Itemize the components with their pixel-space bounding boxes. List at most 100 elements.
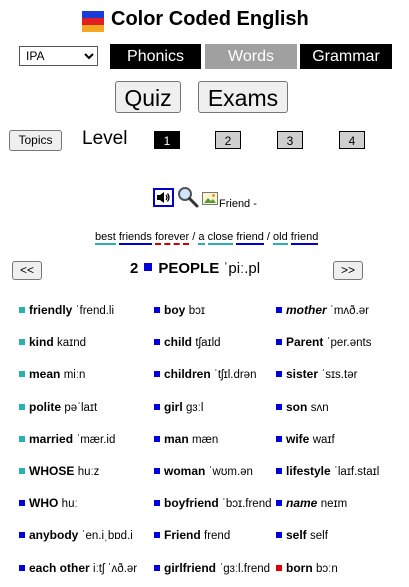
word-text[interactable]: self <box>286 528 307 542</box>
word-item[interactable]: Friend frend <box>154 528 230 542</box>
phrase-word[interactable]: a <box>198 231 205 245</box>
color-square-icon <box>19 564 25 571</box>
tab-grammar[interactable]: Grammar <box>300 44 392 69</box>
level-1-button[interactable]: 1 <box>154 131 180 149</box>
word-ipa: ˈbɔɪ.frend <box>222 498 272 510</box>
word-item[interactable]: wife waɪf <box>276 432 335 446</box>
level-label: Level <box>82 128 128 149</box>
word-text[interactable]: boy <box>164 303 185 317</box>
word-text[interactable]: mother <box>286 303 327 317</box>
magnifier-icon[interactable] <box>177 186 199 208</box>
word-text[interactable]: lifestyle <box>286 464 331 478</box>
quiz-button[interactable]: Quiz <box>115 81 181 113</box>
word-text[interactable]: sister <box>286 367 318 381</box>
color-square-icon <box>276 338 282 345</box>
word-item[interactable]: kind kaɪnd <box>19 335 86 349</box>
color-square-icon <box>19 370 25 377</box>
word-text[interactable]: children <box>164 367 211 381</box>
exams-button[interactable]: Exams <box>198 81 288 113</box>
color-square-icon <box>19 306 25 313</box>
next-topic-button[interactable]: >> <box>333 261 363 280</box>
word-item[interactable]: child tʃaɪld <box>154 335 221 349</box>
word-item[interactable]: friendly ˈfrend.li <box>19 303 114 317</box>
logo-stripe-orange <box>82 25 104 32</box>
phrase-word[interactable]: friend <box>290 231 319 245</box>
word-text[interactable]: anybody <box>29 528 78 542</box>
word-item[interactable]: girl ɡɜːl <box>154 400 203 414</box>
speaker-icon[interactable] <box>153 188 174 207</box>
word-item[interactable]: WHOSE huːz <box>19 464 99 478</box>
word-text[interactable]: married <box>29 432 73 446</box>
word-item[interactable]: mother ˈmʌð.ər <box>276 303 369 317</box>
word-text[interactable]: man <box>164 432 189 446</box>
word-text[interactable]: each other <box>29 561 90 575</box>
example-phrase: best friends forever / a close friend / … <box>95 231 319 245</box>
word-text[interactable]: Parent <box>286 335 323 349</box>
word-item[interactable]: man mæn <box>154 432 218 446</box>
image-icon[interactable] <box>202 192 218 205</box>
color-square-icon <box>154 531 160 538</box>
word-text[interactable]: boyfriend <box>164 496 219 510</box>
word-item[interactable]: children ˈtʃɪl.drən <box>154 367 256 381</box>
color-square-icon <box>276 564 282 571</box>
tab-words[interactable]: Words <box>205 44 297 69</box>
word-item[interactable]: name neɪm <box>276 496 347 510</box>
word-item[interactable]: boy bɔɪ <box>154 303 205 317</box>
word-ipa: bɔɪ <box>188 305 205 317</box>
tab-phonics[interactable]: Phonics <box>110 44 201 69</box>
color-square-icon <box>19 467 25 474</box>
phrase-word[interactable]: forever <box>154 231 190 245</box>
notation-select[interactable]: IPA <box>19 46 98 66</box>
phrase-word[interactable]: friends <box>118 231 152 245</box>
word-text[interactable]: girlfriend <box>164 561 216 575</box>
word-item[interactable]: self self <box>276 528 328 542</box>
word-text[interactable]: kind <box>29 335 54 349</box>
level-2-button[interactable]: 2 <box>215 131 241 149</box>
word-text[interactable]: WHOSE <box>29 464 74 478</box>
phrase-word[interactable]: old <box>273 231 288 245</box>
word-item[interactable]: Parent ˈper.ənts <box>276 335 371 349</box>
phrase-word[interactable]: close <box>207 231 234 245</box>
word-item[interactable]: son sʌn <box>276 400 329 414</box>
level-3-button[interactable]: 3 <box>277 131 303 149</box>
word-text[interactable]: polite <box>29 400 61 414</box>
word-item[interactable]: each other iːtʃ ˈʌð.ər <box>19 561 137 575</box>
word-text[interactable]: name <box>286 496 317 510</box>
word-item[interactable]: lifestyle ˈlaɪf.staɪl <box>276 464 379 478</box>
word-item[interactable]: woman ˈwʊm.ən <box>154 464 253 478</box>
word-text[interactable]: girl <box>164 400 183 414</box>
word-text[interactable]: son <box>286 400 307 414</box>
word-text[interactable]: child <box>164 335 192 349</box>
topic-square-icon <box>144 263 153 272</box>
prev-topic-button[interactable]: << <box>12 261 42 280</box>
phrase-word[interactable]: best <box>95 231 116 245</box>
word-item[interactable]: married ˈmær.id <box>19 432 115 446</box>
color-square-icon <box>154 564 160 571</box>
word-ipa: waɪf <box>312 434 335 446</box>
flag-logo-icon <box>82 11 104 33</box>
word-item[interactable]: WHO huː <box>19 496 78 510</box>
color-square-icon <box>276 403 282 410</box>
topics-button[interactable]: Topics <box>9 130 62 151</box>
word-item[interactable]: born bɔːn <box>276 561 338 575</box>
word-item[interactable]: anybody ˈen.iˌbɒd.i <box>19 528 133 542</box>
level-4-button[interactable]: 4 <box>339 131 365 149</box>
word-item[interactable]: mean miːn <box>19 367 85 381</box>
word-item[interactable]: polite pəˈlaɪt <box>19 400 97 414</box>
word-ipa: ˈwʊm.ən <box>208 466 253 478</box>
word-item[interactable]: boyfriend ˈbɔɪ.frend <box>154 496 272 510</box>
word-item[interactable]: girlfriend ˈɡɜːl.frend <box>154 561 270 575</box>
color-square-icon <box>154 403 160 410</box>
word-text[interactable]: mean <box>29 367 60 381</box>
word-text[interactable]: wife <box>286 432 309 446</box>
word-text[interactable]: WHO <box>29 496 58 510</box>
word-text[interactable]: Friend <box>164 528 201 542</box>
word-item[interactable]: sister ˈsɪs.tər <box>276 367 357 381</box>
word-ipa: pəˈlaɪt <box>64 402 98 414</box>
word-text[interactable]: woman <box>164 464 205 478</box>
phrase-word[interactable]: friend <box>236 231 264 245</box>
word-ipa: kaɪnd <box>57 337 87 349</box>
word-ipa: ˈmʌð.ər <box>330 305 369 317</box>
word-text[interactable]: friendly <box>29 303 72 317</box>
word-text[interactable]: born <box>286 561 313 575</box>
